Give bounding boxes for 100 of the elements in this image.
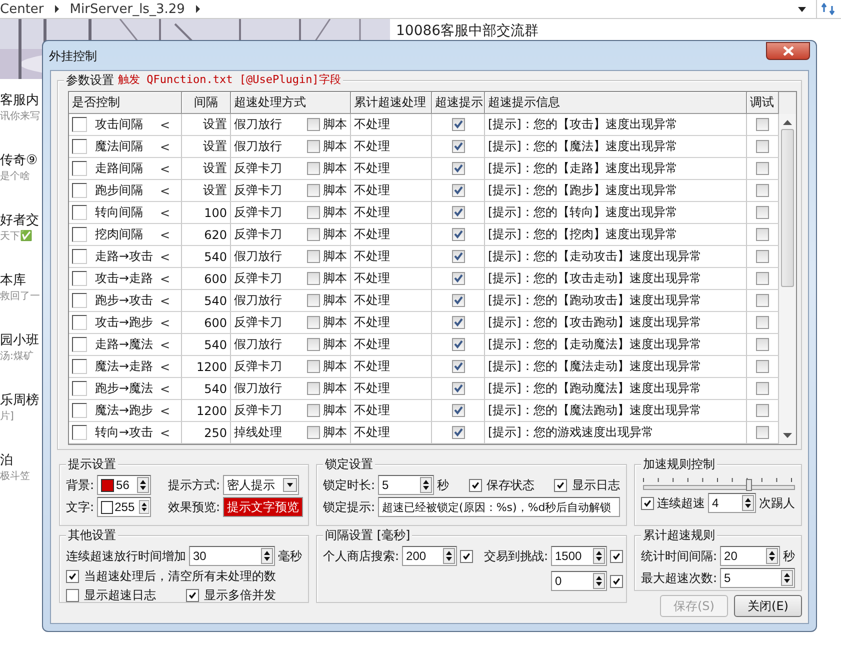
- checkbox[interactable]: [756, 228, 769, 241]
- checkbox[interactable]: [554, 478, 568, 492]
- checkbox[interactable]: [452, 228, 464, 241]
- checkbox[interactable]: [307, 426, 320, 439]
- checkbox[interactable]: [468, 478, 482, 492]
- column-header[interactable]: 调试: [747, 92, 779, 114]
- checkbox[interactable]: [756, 404, 769, 417]
- checkbox[interactable]: [307, 206, 320, 219]
- column-header[interactable]: 间隔: [182, 92, 231, 114]
- checkbox[interactable]: [756, 140, 769, 153]
- checkbox[interactable]: [641, 496, 654, 510]
- checkbox[interactable]: [307, 404, 320, 417]
- number-field[interactable]: 5: [720, 568, 795, 588]
- number-field[interactable]: 20: [720, 546, 780, 566]
- spinner-icon[interactable]: [766, 548, 778, 564]
- checkbox[interactable]: [452, 338, 464, 351]
- spinner-icon[interactable]: [593, 573, 605, 589]
- checkbox[interactable]: [756, 338, 769, 351]
- dropdown[interactable]: 密人提示: [223, 475, 300, 495]
- checkbox[interactable]: [72, 117, 87, 132]
- checkbox[interactable]: [72, 425, 87, 440]
- color-field[interactable]: 255: [97, 497, 152, 517]
- checkbox[interactable]: [307, 140, 320, 153]
- checkbox[interactable]: [452, 140, 464, 153]
- column-header[interactable]: 是否控制: [69, 92, 182, 114]
- spinner-icon[interactable]: [138, 499, 150, 515]
- checkbox[interactable]: [452, 404, 464, 417]
- checkbox[interactable]: [72, 205, 87, 220]
- checkbox[interactable]: [307, 162, 320, 175]
- checkbox[interactable]: [307, 272, 320, 285]
- breadcrumb-item[interactable]: Center: [0, 2, 44, 16]
- checkbox[interactable]: [307, 338, 320, 351]
- scroll-down-icon[interactable]: [783, 433, 792, 439]
- input-field[interactable]: 超速已经被锁定(原因：%s)，%d秒后自动解锁: [378, 497, 620, 517]
- number-field[interactable]: 4: [708, 493, 756, 513]
- checkbox[interactable]: [756, 426, 769, 439]
- checkbox[interactable]: [756, 118, 769, 131]
- chat-name[interactable]: 乐周榜: [0, 391, 42, 409]
- spinner-icon[interactable]: [593, 548, 605, 564]
- column-header[interactable]: 超速提示信息: [485, 92, 747, 114]
- checkbox[interactable]: [756, 294, 769, 307]
- checkbox[interactable]: [452, 118, 464, 131]
- chat-name[interactable]: 泊: [0, 451, 42, 469]
- checkbox[interactable]: [610, 550, 623, 562]
- scroll-up-icon[interactable]: [783, 119, 792, 125]
- checkbox[interactable]: [452, 162, 464, 175]
- checkbox[interactable]: [756, 360, 769, 373]
- checkbox[interactable]: [72, 183, 87, 198]
- dropdown-icon[interactable]: [798, 6, 806, 12]
- checkbox[interactable]: [756, 272, 769, 285]
- checkbox[interactable]: [307, 382, 320, 395]
- chat-name[interactable]: 客服内: [0, 91, 42, 109]
- checkbox[interactable]: [307, 184, 320, 197]
- checkbox[interactable]: [610, 574, 623, 588]
- checkbox[interactable]: [756, 382, 769, 395]
- chat-name[interactable]: 本库: [0, 271, 42, 289]
- checkbox[interactable]: [452, 316, 464, 329]
- checkbox[interactable]: [72, 337, 87, 352]
- color-field[interactable]: 56: [97, 475, 152, 495]
- checkbox[interactable]: [72, 381, 87, 396]
- column-header[interactable]: 超速提示: [432, 92, 485, 114]
- close-button[interactable]: [766, 42, 810, 60]
- checkbox[interactable]: [452, 382, 464, 395]
- checkbox[interactable]: [307, 294, 320, 307]
- checkbox[interactable]: [452, 294, 464, 307]
- checkbox[interactable]: [66, 570, 79, 582]
- checkbox[interactable]: [452, 184, 464, 197]
- checkbox[interactable]: [72, 161, 87, 176]
- breadcrumb-item[interactable]: MirServer_ls_3.29: [70, 2, 185, 16]
- checkbox[interactable]: [72, 315, 87, 330]
- checkbox[interactable]: [756, 206, 769, 219]
- spinner-icon[interactable]: [781, 570, 793, 586]
- scrollbar[interactable]: [779, 114, 796, 444]
- spinner-icon[interactable]: [261, 548, 273, 564]
- refresh-button[interactable]: [816, 0, 835, 18]
- checkbox[interactable]: [452, 206, 464, 219]
- checkbox[interactable]: [756, 316, 769, 329]
- column-header[interactable]: 超速处理方式: [231, 92, 351, 114]
- chat-name[interactable]: 传奇⑨: [0, 151, 42, 169]
- column-header[interactable]: 累计超速处理: [351, 92, 432, 114]
- number-field[interactable]: 200: [402, 546, 457, 566]
- chat-name[interactable]: 园小班: [0, 331, 42, 349]
- checkbox[interactable]: [66, 588, 79, 602]
- spinner-icon[interactable]: [137, 477, 150, 493]
- dialog-button[interactable]: 关闭(E): [734, 595, 802, 617]
- checkbox[interactable]: [186, 588, 199, 602]
- checkbox[interactable]: [452, 250, 464, 263]
- checkbox[interactable]: [72, 139, 87, 154]
- checkbox[interactable]: [72, 271, 87, 286]
- checkbox[interactable]: [72, 359, 87, 374]
- checkbox[interactable]: [307, 118, 320, 131]
- number-field[interactable]: 5: [378, 475, 434, 495]
- checkbox[interactable]: [452, 426, 464, 439]
- checkbox[interactable]: [452, 272, 464, 285]
- number-field[interactable]: 1500: [551, 546, 607, 566]
- number-field[interactable]: 0: [551, 571, 607, 591]
- checkbox[interactable]: [460, 550, 473, 562]
- chat-name[interactable]: 好者交: [0, 211, 42, 229]
- spinner-icon[interactable]: [742, 495, 754, 511]
- checkbox[interactable]: [307, 250, 320, 263]
